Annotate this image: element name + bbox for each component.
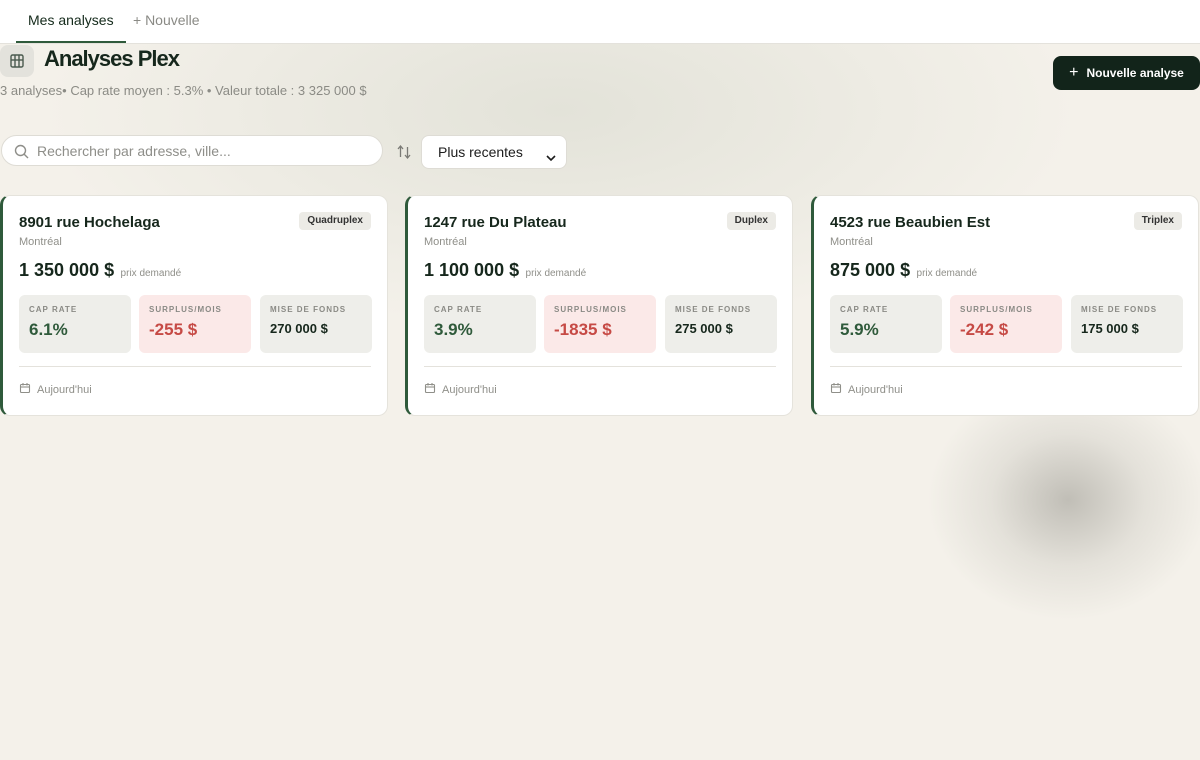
cap-rate-metric: CAP RATE 6.1% [19,295,131,353]
calendar-icon [424,382,436,397]
top-tab-bar: Mes analyses + Nouvelle [0,0,1200,44]
card-date: Aujourd'hui [848,383,903,396]
analysis-card[interactable]: 1247 rue Du Plateau Montréal Duplex 1 10… [405,195,793,416]
price-label: prix demandé [525,268,587,279]
metric-label: CAP RATE [840,305,889,314]
property-type-badge: Duplex [726,212,776,230]
page-title: Analyses Plex [44,46,180,71]
new-analysis-button[interactable]: + Nouvelle analyse [1053,56,1200,90]
analysis-card[interactable]: 8901 rue Hochelaga Montréal Quadruplex 1… [0,195,388,416]
new-analysis-button-label: Nouvelle analyse [1086,66,1184,80]
surplus-value: -242 $ [960,320,1009,339]
chevron-down-icon [546,149,556,165]
card-divider [830,366,1182,367]
metric-label: CAP RATE [29,305,78,314]
property-type-badge: Triplex [1133,212,1182,230]
metric-label: CAP RATE [434,305,483,314]
card-city: Montréal [19,236,62,248]
card-footer: Aujourd'hui [830,382,903,397]
page-summary: 3 analyses• Cap rate moyen : 5.3% • Vale… [0,83,367,98]
metric-label: SURPLUS/MOIS [554,305,627,314]
card-date: Aujourd'hui [442,383,497,396]
metric-label: MISE DE FONDS [675,305,752,314]
price-amount: 875 000 $ [830,260,911,280]
plus-icon: + [1069,64,1079,81]
surplus-metric: SURPLUS/MOIS -242 $ [950,295,1062,353]
card-footer: Aujourd'hui [424,382,497,397]
search-input[interactable] [37,140,367,162]
mise-de-fonds-metric: MISE DE FONDS 275 000 $ [665,295,777,353]
price-label: prix demandé [120,268,182,279]
cap-rate-metric: CAP RATE 3.9% [424,295,536,353]
mise-de-fonds-metric: MISE DE FONDS 270 000 $ [260,295,372,353]
card-city: Montréal [830,236,873,248]
surplus-metric: SURPLUS/MOIS -1835 $ [544,295,656,353]
mise-de-fonds-value: 175 000 $ [1081,321,1139,336]
sort-arrows-icon[interactable] [396,144,412,165]
sort-select[interactable]: Plus recentes [421,135,567,169]
card-address: 1247 rue Du Plateau [424,214,567,231]
metric-label: SURPLUS/MOIS [960,305,1033,314]
tab-nouvelle[interactable]: + Nouvelle [133,0,200,43]
mise-de-fonds-value: 270 000 $ [270,321,328,336]
metric-label: MISE DE FONDS [270,305,347,314]
search-box [1,135,383,166]
search-icon [14,144,29,164]
price-amount: 1 350 000 $ [19,260,115,280]
calendar-icon [19,382,31,397]
card-divider [19,366,371,367]
cap-rate-metric: CAP RATE 5.9% [830,295,942,353]
mise-de-fonds-value: 275 000 $ [675,321,733,336]
cap-rate-value: 3.9% [434,320,473,339]
card-city: Montréal [424,236,467,248]
metric-label: SURPLUS/MOIS [149,305,222,314]
cap-rate-value: 6.1% [29,320,68,339]
surplus-value: -255 $ [149,320,198,339]
metric-label: MISE DE FONDS [1081,305,1158,314]
sort-selected-value: Plus recentes [438,144,523,160]
card-price: 1 350 000 $ prix demandé [19,260,181,281]
card-divider [424,366,776,367]
price-amount: 1 100 000 $ [424,260,520,280]
calendar-icon [830,382,842,397]
surplus-value: -1835 $ [554,320,612,339]
card-price: 875 000 $ prix demandé [830,260,977,281]
card-address: 8901 rue Hochelaga [19,214,160,231]
building-icon [0,45,34,77]
card-footer: Aujourd'hui [19,382,92,397]
property-type-badge: Quadruplex [299,212,371,230]
surplus-metric: SURPLUS/MOIS -255 $ [139,295,251,353]
price-label: prix demandé [916,268,978,279]
analysis-card[interactable]: 4523 rue Beaubien Est Montréal Triplex 8… [811,195,1199,416]
cap-rate-value: 5.9% [840,320,879,339]
card-address: 4523 rue Beaubien Est [830,214,991,231]
mise-de-fonds-metric: MISE DE FONDS 175 000 $ [1071,295,1183,353]
tab-mes-analyses[interactable]: Mes analyses [16,0,126,43]
card-price: 1 100 000 $ prix demandé [424,260,586,281]
card-date: Aujourd'hui [37,383,92,396]
